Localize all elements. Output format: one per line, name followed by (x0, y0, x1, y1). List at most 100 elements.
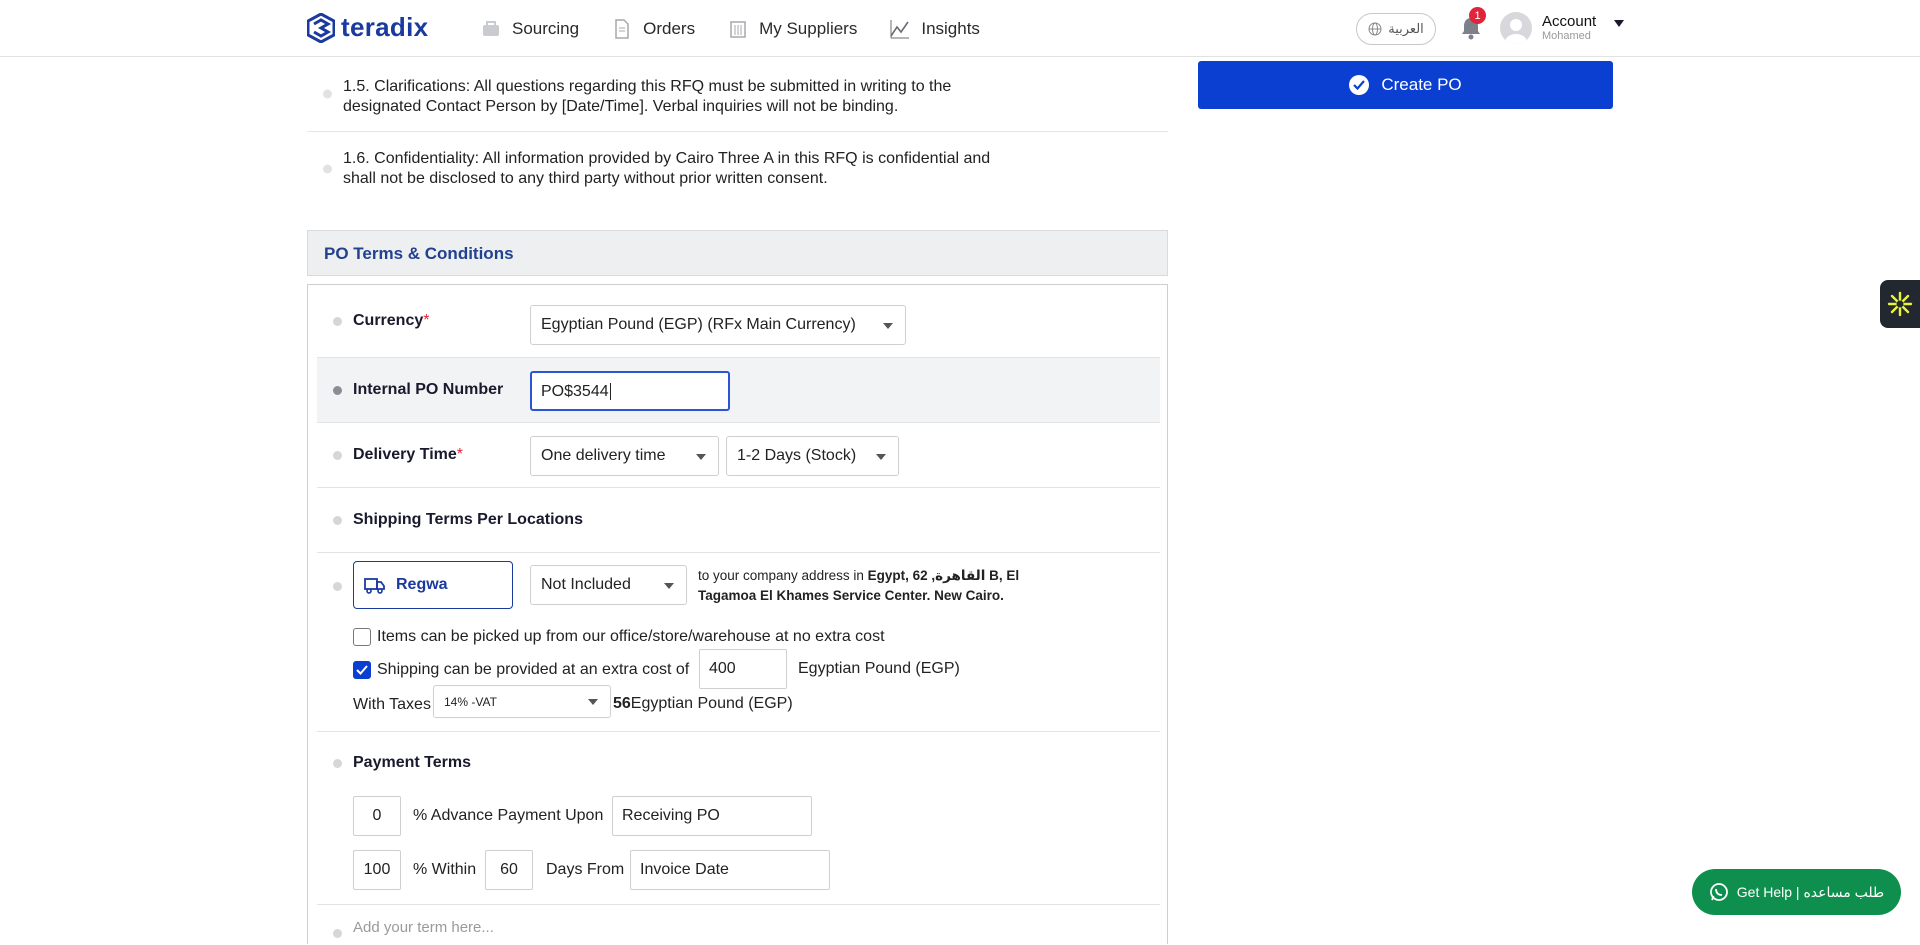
po-terms-panel: Currency* Egyptian Pound (EGP) (RFx Main… (307, 284, 1168, 944)
avatar (1500, 12, 1532, 44)
nav-label-sourcing: Sourcing (512, 18, 580, 38)
shipping-terms-label: Shipping Terms Per Locations (353, 511, 583, 528)
notification-count-badge: 1 (1469, 7, 1486, 24)
sparkle-icon (1887, 291, 1913, 317)
rfq-terms-list: 1.5. Clarifications: All questions regar… (307, 57, 1168, 205)
teradix-logo-icon (307, 12, 335, 43)
po-terms-section-title[interactable]: PO Terms & Conditions (307, 230, 1168, 276)
shipping-cost-checkbox[interactable] (353, 661, 371, 679)
delivery-duration-select[interactable]: 1-2 Days (Stock) (726, 436, 899, 476)
main-nav: Sourcing Orders My Suppliers Insights (480, 0, 980, 57)
language-switch-button[interactable]: العربية (1356, 13, 1436, 45)
nav-label-my-suppliers: My Suppliers (759, 18, 858, 38)
currency-value: Egyptian Pound (EGP) (RFx Main Currency) (541, 316, 856, 333)
payment-days-input[interactable]: 60 (485, 850, 533, 890)
tax-amount-text: 56Egyptian Pound (EGP) (613, 695, 793, 713)
currency-label: Currency* (353, 312, 429, 330)
bullet-dot (323, 164, 332, 173)
nav-item-sourcing[interactable]: Sourcing (480, 18, 579, 40)
internal-po-label: Internal PO Number (353, 381, 504, 398)
tax-select[interactable]: 14% -VAT (433, 685, 611, 718)
dropdown-arrow-icon (883, 323, 893, 329)
internal-po-value: PO$3544 (541, 383, 609, 400)
dropdown-arrow-icon (664, 583, 674, 589)
required-mark: * (423, 312, 430, 329)
within-percent-input[interactable]: 100 (353, 850, 401, 890)
rfq-term-item: 1.6. Confidentiality: All information pr… (307, 132, 1168, 205)
nav-label-insights: Insights (921, 18, 980, 38)
with-taxes-label: With Taxes (353, 696, 431, 713)
check-circle-icon (1349, 75, 1370, 95)
orders-icon (615, 18, 629, 39)
get-help-label: Get Help | طلب مساعده (1736, 883, 1885, 900)
side-widget-button[interactable] (1880, 280, 1920, 328)
add-term-row: Add your term here... (317, 905, 1160, 945)
text-cursor (609, 383, 611, 400)
currency-label-text: Currency (353, 312, 424, 329)
days-from-value: Invoice Date (640, 861, 729, 878)
delivery-time-label: Delivery Time* (353, 446, 463, 464)
address-line-2: Tagamoa El Khames Service Center. New Ca… (698, 588, 1004, 603)
advance-upon-input[interactable]: Receiving PO (612, 796, 812, 836)
advance-percent-input[interactable]: 0 (353, 796, 401, 836)
bullet-dot (333, 759, 342, 768)
account-user-name: Mohamed (1542, 29, 1591, 42)
days-from-input[interactable]: Invoice Date (630, 850, 830, 890)
shipping-cost-label: Shipping can be provided at an extra cos… (377, 661, 690, 678)
language-label: العربية (1388, 21, 1424, 36)
rfq-term-item: 1.5. Clarifications: All questions regar… (307, 57, 1168, 132)
advance-payment-text: % Advance Payment Upon (413, 807, 604, 824)
tax-currency: Egyptian Pound (EGP) (630, 695, 793, 712)
nav-item-insights[interactable]: Insights (889, 18, 980, 40)
teradix-logo[interactable]: teradix (307, 12, 428, 43)
location-name: Regwa (396, 576, 448, 593)
currency-row: Currency* Egyptian Pound (EGP) (RFx Main… (317, 285, 1160, 358)
tax-option-value: 14% -VAT (444, 695, 497, 709)
dropdown-arrow-icon (696, 454, 706, 460)
currency-select[interactable]: Egyptian Pound (EGP) (RFx Main Currency) (530, 305, 906, 345)
shipping-option-value: Not Included (541, 576, 631, 593)
shipping-terms-row: Shipping Terms Per Locations (317, 488, 1160, 553)
tax-amount-value: 56 (613, 695, 631, 712)
truck-icon (364, 578, 385, 594)
nav-item-my-suppliers[interactable]: My Suppliers (727, 18, 857, 40)
delivery-mode-value: One delivery time (541, 447, 666, 464)
account-menu[interactable]: Account Mohamed (1500, 12, 1625, 44)
nav-item-orders[interactable]: Orders (611, 18, 695, 40)
address-prefix: to your company address in (698, 568, 864, 583)
checkmark-icon (356, 665, 368, 675)
location-shipping-row: Regwa Not Included to your company addre… (317, 553, 1160, 732)
bullet-dot (333, 451, 342, 460)
top-navigation-bar: teradix Sourcing Orders My Suppliers Ins… (0, 0, 1920, 57)
pickup-checkbox-label: Items can be picked up from our office/s… (377, 628, 885, 645)
advance-percent-value: 0 (372, 807, 382, 824)
whatsapp-icon (1709, 883, 1728, 901)
add-term-input[interactable]: Add your term here... (353, 919, 494, 936)
advance-upon-value: Receiving PO (622, 807, 720, 824)
location-chip[interactable]: Regwa (353, 561, 513, 609)
shipping-option-select[interactable]: Not Included (530, 565, 687, 605)
bullet-dot (333, 516, 342, 525)
insights-icon (890, 19, 910, 38)
account-label: Account (1542, 12, 1597, 30)
sourcing-icon (483, 20, 499, 36)
delivery-time-label-text: Delivery Time (353, 446, 457, 463)
rfq-term-text: 1.5. Clarifications: All questions regar… (343, 78, 952, 115)
delivery-mode-select[interactable]: One delivery time (530, 436, 719, 476)
internal-po-input[interactable]: PO$3544 (530, 371, 730, 411)
bullet-dot (333, 386, 342, 395)
create-po-button[interactable]: Create PO (1198, 61, 1613, 109)
pickup-checkbox[interactable] (353, 628, 371, 646)
address-line-1: Egypt, 62 ,القاهرة B, El (867, 568, 1020, 583)
chevron-down-icon (1614, 19, 1625, 27)
payment-terms-row: Payment Terms 0 % Advance Payment Upon R… (317, 732, 1160, 905)
payment-days-value: 60 (500, 861, 518, 878)
brand-name: teradix (341, 12, 429, 42)
bullet-dot (323, 89, 332, 99)
get-help-button[interactable]: Get Help | طلب مساعده (1692, 869, 1901, 915)
within-percent-value: 100 (363, 861, 391, 878)
shipping-cost-input[interactable]: 400 (699, 649, 787, 689)
internal-po-row: Internal PO Number PO$3544 (317, 358, 1160, 423)
days-from-text: Days From (546, 861, 625, 878)
suppliers-icon (730, 20, 746, 38)
